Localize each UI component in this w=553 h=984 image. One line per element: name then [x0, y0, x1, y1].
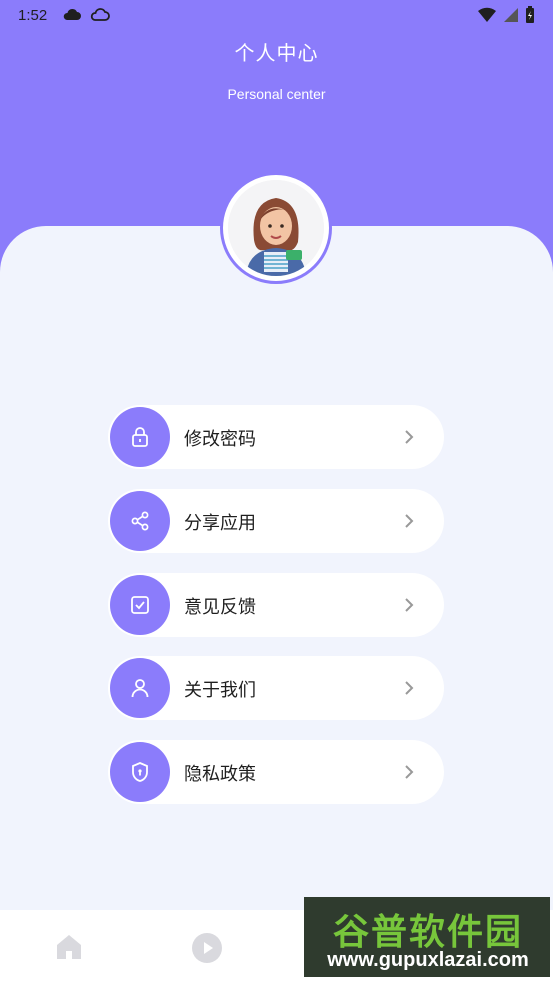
menu-item-label: 修改密码	[184, 429, 256, 450]
shield-icon	[110, 742, 170, 802]
cloud-outline-icon	[90, 6, 110, 28]
menu-item-label: 关于我们	[184, 680, 256, 701]
user-icon	[110, 658, 170, 718]
menu-item-feedback[interactable]: 意见反馈	[108, 573, 444, 637]
watermark-title: 谷普软件园	[332, 912, 523, 953]
chevron-right-icon	[404, 764, 414, 784]
home-icon[interactable]	[54, 932, 84, 966]
avatar-image	[228, 180, 324, 276]
status-bar: 1:52	[0, 0, 553, 34]
menu-item-change-password[interactable]: 修改密码	[108, 405, 444, 469]
status-time: 1:52	[18, 7, 48, 24]
page-subtitle: Personal center	[227, 86, 326, 102]
menu-item-label: 分享应用	[184, 513, 256, 534]
menu-item-label: 隐私政策	[184, 764, 256, 785]
play-icon[interactable]	[191, 932, 223, 968]
menu-item-share-app[interactable]: 分享应用	[108, 489, 444, 553]
menu-item-label: 意见反馈	[184, 597, 256, 618]
share-icon	[110, 491, 170, 551]
menu-item-about-us[interactable]: 关于我们	[108, 656, 444, 720]
menu-item-privacy-policy[interactable]: 隐私政策	[108, 740, 444, 804]
watermark: 谷普软件园 www.gupuxlazai.com	[304, 897, 550, 977]
signal-icon	[503, 6, 519, 28]
battery-icon	[525, 6, 535, 28]
lock-icon	[110, 407, 170, 467]
chevron-right-icon	[404, 597, 414, 617]
chevron-right-icon	[404, 680, 414, 700]
chevron-right-icon	[404, 429, 414, 449]
wifi-icon	[477, 6, 497, 28]
avatar[interactable]	[220, 172, 332, 284]
chevron-right-icon	[404, 513, 414, 533]
page-title: 个人中心	[234, 41, 319, 65]
feedback-check-icon	[110, 575, 170, 635]
cloud-icon	[62, 6, 82, 28]
watermark-url: www.gupuxlazai.com	[327, 949, 529, 971]
